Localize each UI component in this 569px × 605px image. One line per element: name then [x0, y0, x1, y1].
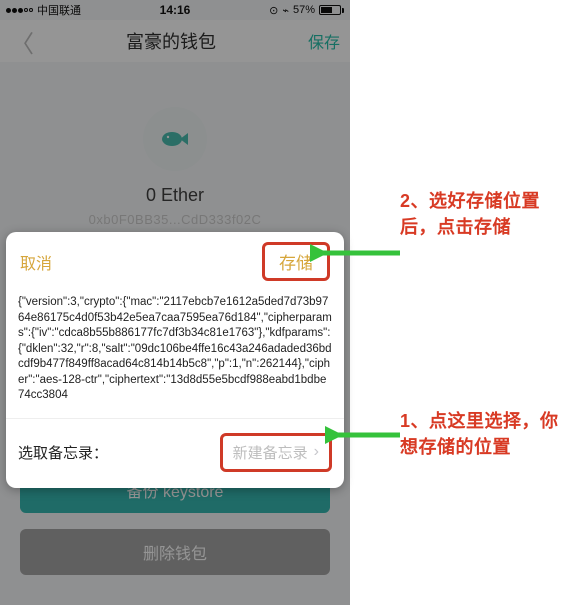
- annotation-step2: 2、选好存储位置后，点击存储: [400, 188, 560, 240]
- memo-select-highlight: 新建备忘录 ›: [220, 433, 332, 472]
- phone-frame: 中国联通 14:16 ⊙ ⌁ 57% 〈 富豪的钱包 保存 0 Ether 0x…: [0, 0, 350, 605]
- memo-row: 选取备忘录： 新建备忘录 ›: [6, 419, 344, 488]
- chevron-right-icon: ›: [314, 443, 319, 461]
- store-button-highlight: 存储: [262, 242, 330, 281]
- memo-select[interactable]: 新建备忘录: [233, 442, 308, 463]
- keystore-json: {"version":3,"crypto":{"mac":"2117ebcb7e…: [6, 289, 344, 419]
- cancel-button[interactable]: 取消: [20, 250, 52, 274]
- store-button[interactable]: 存储: [279, 254, 313, 273]
- memo-label: 选取备忘录：: [18, 442, 108, 463]
- annotation-step1: 1、点这里选择，你想存储的位置: [400, 408, 565, 460]
- sheet-header: 取消 存储: [6, 232, 344, 289]
- save-sheet: 取消 存储 {"version":3,"crypto":{"mac":"2117…: [6, 232, 344, 488]
